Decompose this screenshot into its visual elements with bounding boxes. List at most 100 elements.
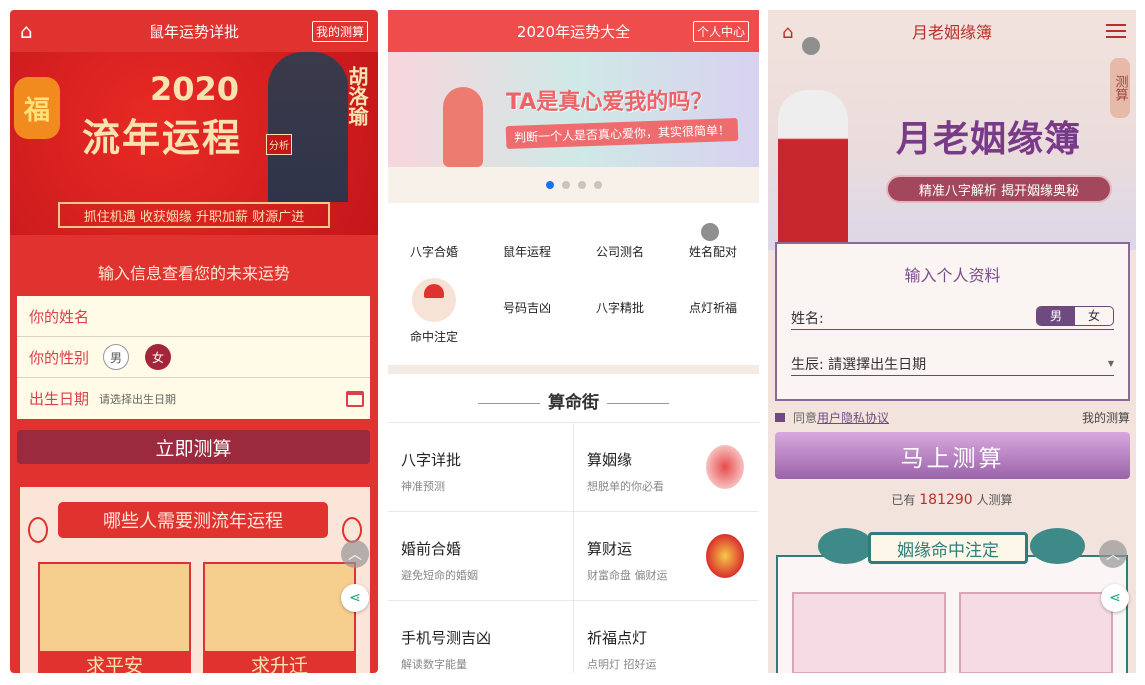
birthdate-label: 生辰: 請選擇出生日期: [791, 356, 927, 373]
marriage-book-screen: 月老姻缘簿 精准八字解析 揭开姻缘奥秘 测算 ⌂ 月老姻缘簿 输入个人资料 姓名…: [768, 10, 1136, 673]
home-icon[interactable]: ⌂: [20, 19, 33, 43]
card-peace[interactable]: 求平安: [38, 562, 191, 673]
my-tests-button[interactable]: 我的测算: [311, 21, 368, 42]
gender-label: 你的性别: [29, 348, 90, 367]
category-rat-year[interactable]: 鼠年运程: [481, 243, 573, 260]
category-company-name[interactable]: 公司测名: [574, 243, 666, 260]
fortune-detail-screen: ⌂ 鼠年运势详批 我的测算 福 2020 流年运程 分析 胡洛瑜 抓住机遇 收获…: [10, 10, 378, 673]
service-item[interactable]: 算财运 财富命盘 偏财运: [573, 512, 758, 601]
profile-form: 输入个人资料 姓名: 男女 生辰: 請選擇出生日期 ▼: [775, 242, 1130, 401]
girl-illustration: [443, 87, 483, 167]
gender-female-radio[interactable]: 女: [145, 344, 172, 370]
service-grid: 八字详批 神准预测 算姻缘 想脱单的你必看 婚前合婚避免短命的婚姻 算财运 财富命盘 …: [388, 422, 759, 673]
service-item[interactable]: 八字详批 神准预测: [388, 423, 573, 512]
category-name-match[interactable]: 姓名配对: [667, 243, 759, 260]
calculate-now-button[interactable]: 立即测算: [17, 430, 370, 464]
section-title: 算命街: [388, 388, 759, 413]
service-item[interactable]: 婚前合婚避免短命的婚姻: [388, 512, 573, 601]
category-lamp-blessing[interactable]: 点灯祈福: [667, 299, 759, 316]
touch-indicator: [802, 37, 820, 55]
yuelao-illustration: [778, 90, 848, 250]
agree-label: 同意: [793, 411, 818, 425]
touch-indicator: [701, 223, 719, 241]
carousel-dot[interactable]: [561, 181, 570, 189]
name-field[interactable]: 姓名: 男女: [791, 306, 1114, 330]
service-subtitle: 避免短命的婚姻: [401, 569, 478, 582]
calculate-now-button[interactable]: 马上测算: [775, 432, 1130, 479]
calendar-icon[interactable]: [346, 390, 364, 407]
single-girl-card[interactable]: [792, 592, 946, 673]
gender-toggle[interactable]: 男女: [1036, 306, 1114, 326]
name-field[interactable]: 你的姓名: [17, 296, 370, 337]
fortune-collection-screen: 2020年运势大全 个人中心 TA是真心爱我的吗？ 判断一个人是否真心爱你，其实…: [388, 10, 759, 673]
page-title: 2020年运势大全: [516, 22, 631, 41]
category-bazi-marriage[interactable]: 八字合婚: [388, 243, 480, 260]
gender-row: 你的性别 男 女: [17, 337, 370, 378]
birthdate-select[interactable]: 生辰: 請選擇出生日期 ▼: [791, 352, 1114, 376]
divider: [388, 365, 759, 374]
service-item[interactable]: 手机号测吉凶 解读数字能量: [388, 601, 573, 673]
count-value: 181290: [919, 492, 973, 508]
header: 2020年运势大全 个人中心: [388, 10, 759, 52]
header: ⌂ 月老姻缘簿: [768, 10, 1136, 52]
banner-title: 月老姻缘簿: [896, 118, 1082, 160]
gender-male-radio[interactable]: 男: [103, 344, 130, 370]
carousel-banner[interactable]: TA是真心爱我的吗？ 判断一个人是否真心爱你，其实很简单！: [388, 52, 759, 167]
carousel-dot[interactable]: [577, 181, 586, 189]
destiny-avatar-icon: [412, 278, 456, 322]
banner[interactable]: 福 2020 流年运程 分析 胡洛瑜 抓住机遇 收获姻缘 升职加薪 财源广进: [10, 52, 378, 235]
dropdown-arrow-icon: ▼: [1107, 359, 1114, 368]
info-form: 你的姓名 你的性别 男 女 出生日期 请选择出生日期: [17, 296, 370, 419]
page-title: 鼠年运势详批: [148, 22, 239, 41]
category-destiny[interactable]: 命中注定: [388, 278, 480, 345]
carousel-dot[interactable]: [593, 181, 602, 189]
cloud-ornament-icon: [1030, 528, 1085, 564]
category-bazi-detail[interactable]: 八字精批: [574, 299, 666, 316]
share-button[interactable]: ⋖: [1101, 584, 1129, 612]
service-title: 婚前合婚: [401, 540, 462, 558]
gender-female[interactable]: 女: [1075, 307, 1113, 325]
banner-title: 流年运程: [82, 115, 243, 160]
test-count: 已有 181290 人测算: [768, 491, 1136, 508]
banner-slogan: 抓住机遇 收获姻缘 升职加薪 财源广进: [58, 202, 330, 228]
page-title: 月老姻缘簿: [911, 23, 992, 42]
personal-center-button[interactable]: 个人中心: [692, 21, 749, 42]
scroll-top-button[interactable]: ︿: [341, 540, 369, 568]
checkbox-icon[interactable]: [775, 413, 785, 422]
service-title: 手机号测吉凶: [401, 629, 492, 647]
section-title: 哪些人需要测流年运程: [58, 502, 328, 538]
banner-title: TA是真心爱我的吗？: [506, 90, 713, 115]
menu-icon[interactable]: [1106, 24, 1126, 38]
banner-subtitle: 精准八字解析 揭开姻缘奥秘: [886, 175, 1112, 203]
card-caption: 求平安: [40, 651, 189, 673]
category-number-luck[interactable]: 号码吉凶: [481, 299, 573, 316]
master-name: 胡洛瑜: [345, 66, 369, 126]
count-suffix: 人测算: [976, 493, 1013, 507]
fu-lantern-icon: 福: [14, 77, 60, 139]
service-item[interactable]: 祈福点灯 点明灯 招好运: [573, 601, 758, 673]
birthdate-field[interactable]: 出生日期 请选择出生日期: [17, 378, 370, 419]
name-label: 你的姓名: [29, 307, 90, 326]
name-label: 姓名:: [791, 310, 824, 327]
gender-male[interactable]: 男: [1037, 307, 1075, 325]
header: ⌂ 鼠年运势详批 我的测算: [10, 10, 378, 52]
calculate-side-button[interactable]: 测算: [1110, 58, 1130, 118]
banner-subtitle: 判断一个人是否真心爱你，其实很简单！: [505, 117, 739, 150]
card-promotion[interactable]: 求升迁: [203, 562, 356, 673]
service-subtitle: 神准预测: [401, 480, 445, 493]
wealth-god-icon: [706, 534, 744, 578]
form-title: 输入个人资料: [904, 266, 1001, 285]
couple-card[interactable]: [959, 592, 1113, 673]
service-item[interactable]: 算姻缘 想脱单的你必看: [573, 423, 758, 512]
cloud-ornament-icon: [818, 528, 873, 564]
section-title: 姻缘命中注定: [868, 532, 1028, 564]
umbrella-icon: [706, 445, 744, 489]
agree-checkbox[interactable]: 同意用户隐私协议: [775, 409, 889, 426]
share-button[interactable]: ⋖: [341, 584, 369, 612]
privacy-link[interactable]: 用户隐私协议: [817, 411, 889, 425]
form-title: 输入信息查看您的未来运势: [97, 264, 290, 283]
my-tests-link[interactable]: 我的测算: [1082, 409, 1130, 426]
carousel-dot[interactable]: [545, 181, 554, 189]
scroll-top-button[interactable]: ︿: [1099, 540, 1127, 568]
home-icon[interactable]: ⌂: [782, 22, 793, 43]
